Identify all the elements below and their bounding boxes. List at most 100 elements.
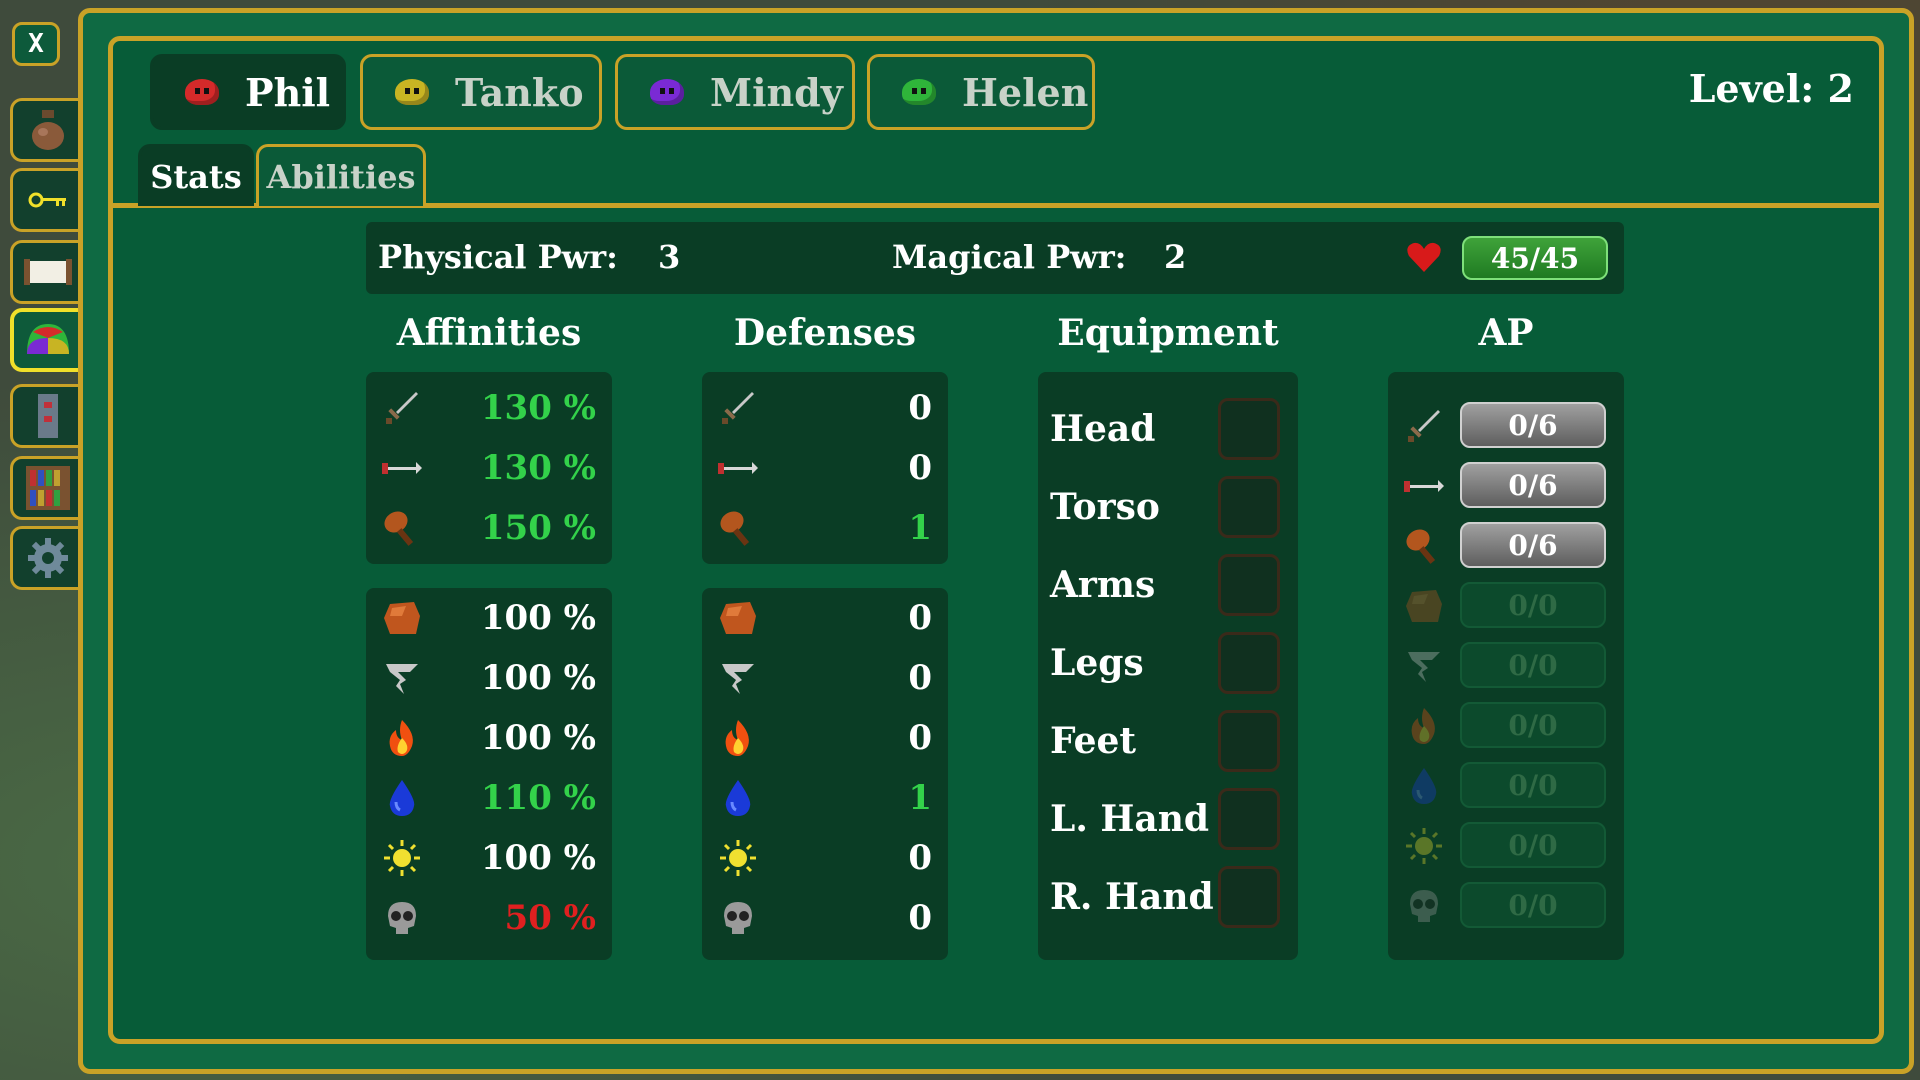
inventory-button[interactable]: [10, 98, 82, 162]
ap-title: AP: [1478, 312, 1534, 354]
affinities-elemental-box: 100 % 100 % 100 % 110 % 100 % 50 %: [366, 588, 612, 960]
bookshelf-icon: [25, 466, 70, 510]
equip-slot[interactable]: [1218, 632, 1280, 694]
slash-icon: [716, 386, 760, 430]
affinity-earth-value: 100 %: [480, 598, 596, 638]
equip-label: Feet: [1050, 720, 1137, 762]
affinity-light-value: 100 %: [480, 838, 596, 878]
tab-abilities[interactable]: Abilities: [256, 144, 426, 206]
defense-fire: 0: [702, 708, 948, 768]
equip-slot[interactable]: [1218, 476, 1280, 538]
affinity-dark: 50 %: [366, 888, 612, 948]
defenses-elemental-box: 0 0 0 1 0 0: [702, 588, 948, 960]
gear-icon: [27, 538, 68, 578]
equip-slot[interactable]: [1218, 710, 1280, 772]
pierce-icon: [380, 446, 424, 490]
char-tab-label: Phil: [245, 69, 331, 115]
equip-label: Torso: [1050, 486, 1160, 528]
equipment-title: Equipment: [1057, 312, 1279, 354]
settings-button[interactable]: [10, 526, 82, 590]
light-icon: [1402, 824, 1446, 868]
bag-icon: [31, 110, 64, 150]
red-slime-icon: [185, 79, 219, 105]
water-icon: [380, 776, 424, 820]
affinities-physical-box: 130 % 130 % 150 %: [366, 372, 612, 564]
power-summary: Physical Pwr: 3 Magical Pwr: 2 45/45: [366, 222, 1624, 294]
ap-pierce[interactable]: 0/6: [1460, 462, 1606, 508]
equip-row-lhand: L. Hand: [1038, 780, 1298, 858]
char-tab-tanko[interactable]: Tanko: [360, 54, 602, 130]
ap-dark[interactable]: 0/0: [1460, 882, 1606, 928]
tab-stats[interactable]: Stats: [138, 144, 254, 206]
slash-icon: [380, 386, 424, 430]
equip-slot[interactable]: [1218, 554, 1280, 616]
close-button[interactable]: X: [12, 22, 60, 66]
equip-row-head: Head: [1038, 390, 1298, 468]
quests-button[interactable]: [10, 240, 82, 304]
equip-slot[interactable]: [1218, 866, 1280, 928]
fire-icon: [716, 716, 760, 760]
defense-dark: 0: [702, 888, 948, 948]
equip-row-legs: Legs: [1038, 624, 1298, 702]
affinity-slash: 130 %: [366, 378, 612, 438]
earth-icon: [380, 596, 424, 640]
ap-box: 0/6 0/6 0/6 0/0 0/0 0/0 0/0 0/0 0/0: [1388, 372, 1624, 960]
tower-button[interactable]: [10, 384, 82, 448]
ap-earth[interactable]: 0/0: [1460, 582, 1606, 628]
light-icon: [716, 836, 760, 880]
defense-light-value: 0: [908, 838, 932, 878]
party-button[interactable]: [10, 308, 82, 372]
ap-blunt[interactable]: 0/6: [1460, 522, 1606, 568]
equip-label: Head: [1050, 408, 1156, 450]
equipment-box: Head Torso Arms Legs Feet L. Hand R. Hand: [1038, 372, 1298, 960]
equip-row-rhand: R. Hand: [1038, 858, 1298, 936]
library-button[interactable]: [10, 456, 82, 520]
defense-dark-value: 0: [908, 898, 932, 938]
level-label: Level: 2: [1688, 66, 1854, 111]
water-icon: [716, 776, 760, 820]
defenses-title: Defenses: [733, 312, 917, 354]
equip-row-arms: Arms: [1038, 546, 1298, 624]
keys-button[interactable]: [10, 168, 82, 232]
char-tab-label: Mindy: [710, 69, 843, 115]
defense-pierce-value: 0: [908, 448, 932, 488]
slash-icon: [1402, 404, 1446, 448]
ap-wind[interactable]: 0/0: [1460, 642, 1606, 688]
dark-icon: [1402, 884, 1446, 928]
affinity-blunt-value: 150 %: [480, 508, 596, 548]
defenses-physical-box: 0 0 1: [702, 372, 948, 564]
defense-wind: 0: [702, 648, 948, 708]
ap-light[interactable]: 0/0: [1460, 822, 1606, 868]
blunt-icon: [1402, 524, 1446, 568]
ap-slash[interactable]: 0/6: [1460, 402, 1606, 448]
ap-water[interactable]: 0/0: [1460, 762, 1606, 808]
equip-slot[interactable]: [1218, 788, 1280, 850]
blunt-icon: [380, 506, 424, 550]
equip-slot[interactable]: [1218, 398, 1280, 460]
defense-water: 1: [702, 768, 948, 828]
char-tab-mindy[interactable]: Mindy: [615, 54, 855, 130]
magical-power-label: Magical Pwr:: [892, 238, 1127, 276]
equip-row-feet: Feet: [1038, 702, 1298, 780]
char-tab-helen[interactable]: Helen: [867, 54, 1095, 130]
affinity-pierce-value: 130 %: [480, 448, 596, 488]
char-tab-label: Helen: [962, 69, 1089, 115]
char-tab-phil[interactable]: Phil: [150, 54, 346, 130]
affinity-pierce: 130 %: [366, 438, 612, 498]
green-slime-icon: [902, 79, 936, 105]
affinity-blunt: 150 %: [366, 498, 612, 558]
light-icon: [380, 836, 424, 880]
pierce-icon: [716, 446, 760, 490]
physical-power-label: Physical Pwr:: [378, 238, 618, 276]
affinity-water-value: 110 %: [480, 778, 596, 818]
equip-label: Arms: [1050, 564, 1156, 606]
defense-slash-value: 0: [908, 388, 932, 428]
blunt-icon: [716, 506, 760, 550]
earth-icon: [1402, 584, 1446, 628]
key-icon: [28, 192, 66, 208]
defense-slash: 0: [702, 378, 948, 438]
equip-label: Legs: [1050, 642, 1144, 684]
earth-icon: [716, 596, 760, 640]
dark-icon: [380, 896, 424, 940]
ap-fire[interactable]: 0/0: [1460, 702, 1606, 748]
